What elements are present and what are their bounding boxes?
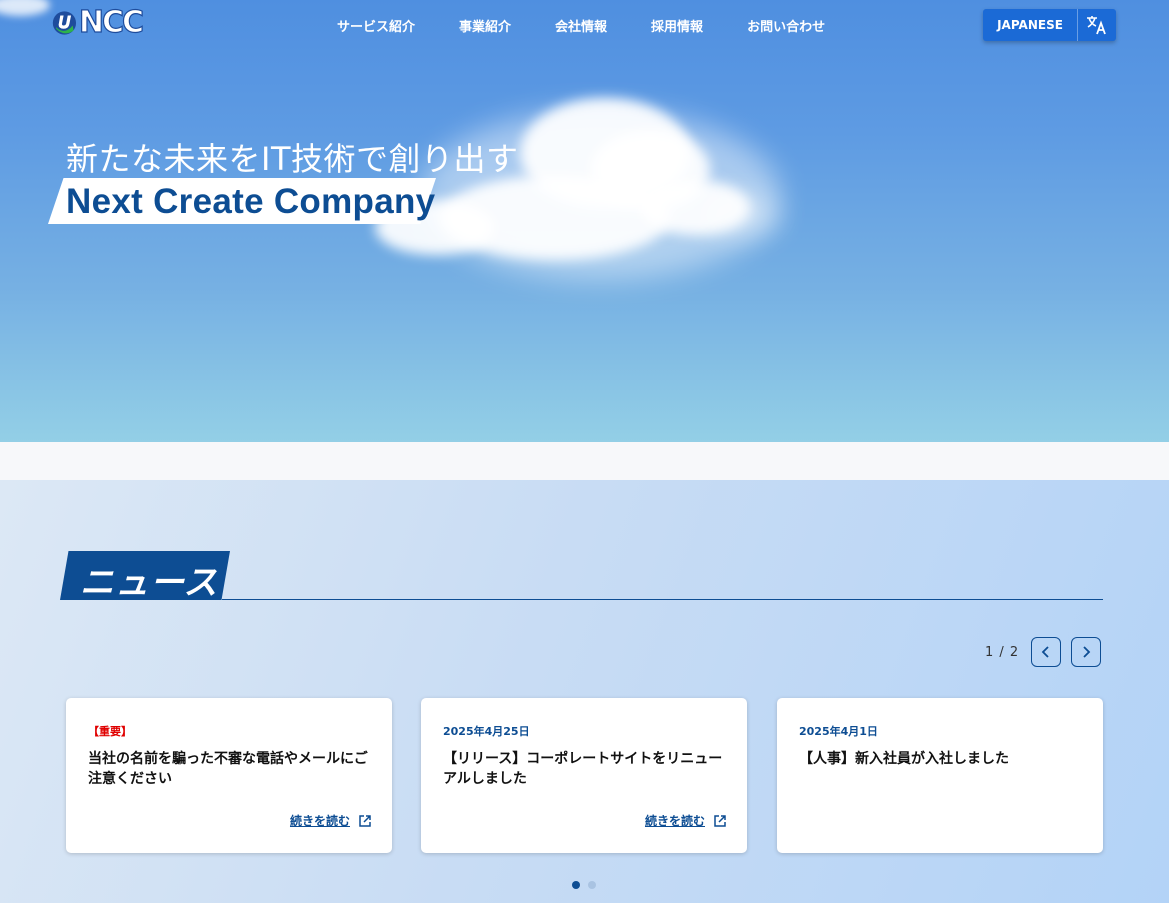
chevron-right-icon [1083, 646, 1091, 658]
news-card-tag: 【重要】 [88, 725, 132, 738]
news-card-title: 【人事】新入社員が入社しました [799, 751, 1009, 767]
translate-icon [1078, 9, 1116, 41]
news-heading-underline [222, 599, 1103, 600]
hero-title: Next Create Company [66, 182, 436, 221]
section-divider [0, 442, 1169, 480]
read-more-link[interactable]: 続きを読む [645, 812, 727, 829]
language-label: JAPANESE [997, 18, 1063, 32]
external-link-icon [359, 814, 371, 827]
news-card-date: 2025年4月1日 [799, 725, 878, 738]
logo[interactable]: NCC [52, 5, 145, 40]
news-heading: ニュース [60, 551, 230, 600]
news-card-date: 2025年4月25日 [443, 725, 530, 738]
news-card-title: 【リリース】コーポレートサイトをリニューアルしました [443, 751, 723, 787]
nav-item-contact[interactable]: お問い合わせ [747, 16, 825, 35]
main-nav: サービス紹介 事業紹介 会社情報 採用情報 お問い合わせ [315, 16, 847, 35]
logo-mark-icon [52, 11, 77, 35]
carousel-dot[interactable] [588, 881, 596, 889]
hero-section: NCC サービス紹介 事業紹介 会社情報 採用情報 お問い合わせ JAPANES… [0, 0, 1169, 442]
hero-subtitle: 新たな未来をIT技術で創り出す [66, 140, 519, 178]
carousel-dot-active[interactable] [572, 881, 580, 889]
news-card[interactable]: 【重要】 当社の名前を騙った不審な電話やメールにご注意ください 続きを読む [66, 698, 392, 853]
carousel-dots [572, 881, 604, 889]
news-heading-text: ニュース [80, 563, 219, 603]
chevron-left-icon [1041, 646, 1049, 658]
nav-item-company[interactable]: 会社情報 [555, 16, 607, 35]
read-more-link[interactable]: 続きを読む [290, 812, 372, 829]
external-link-icon [714, 814, 726, 827]
nav-item-recruit[interactable]: 採用情報 [651, 16, 703, 35]
news-card-title: 当社の名前を騙った不審な電話やメールにご注意ください [88, 751, 368, 787]
news-card[interactable]: 2025年4月25日 【リリース】コーポレートサイトをリニューアルしました 続き… [421, 698, 747, 853]
cloud-decoration [700, 195, 780, 235]
logo-text: NCC [78, 5, 144, 40]
nav-item-services[interactable]: サービス紹介 [337, 16, 415, 35]
news-page-indicator: 1 / 2 [985, 645, 1020, 660]
language-switch-button[interactable]: JAPANESE [983, 9, 1116, 41]
news-card[interactable]: 2025年4月1日 【人事】新入社員が入社しました [777, 698, 1103, 853]
nav-item-business[interactable]: 事業紹介 [459, 16, 511, 35]
site-header: NCC サービス紹介 事業紹介 会社情報 採用情報 お問い合わせ JAPANES… [0, 0, 1169, 50]
read-more-label: 続きを読む [289, 814, 350, 828]
news-next-button[interactable] [1071, 637, 1101, 667]
news-prev-button[interactable] [1031, 637, 1061, 667]
read-more-label: 続きを読む [644, 814, 705, 828]
news-section: ニュース 1 / 2 【重要】 当社の名前を騙った不審な電話やメールにご注意くだ… [0, 480, 1169, 903]
